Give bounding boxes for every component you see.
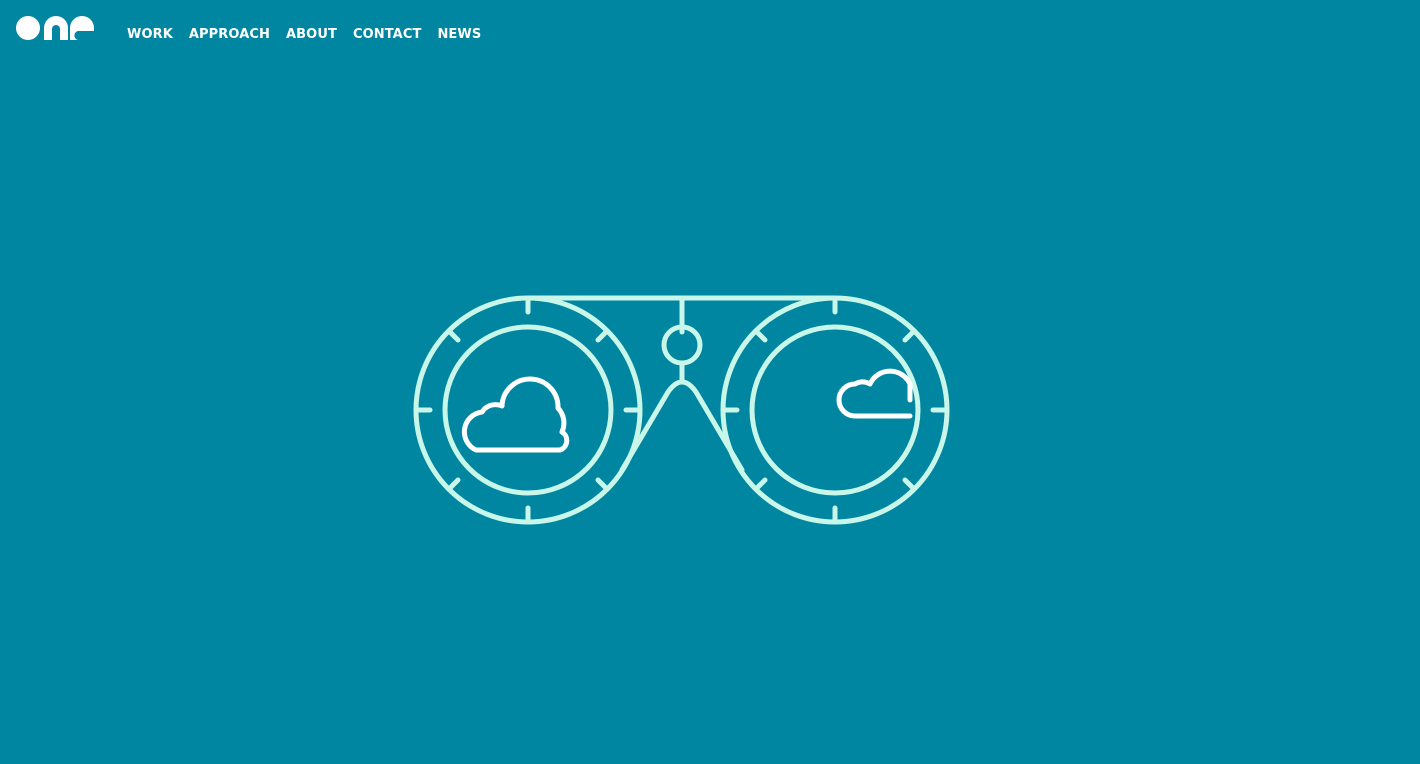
nav-contact-link[interactable]: CONTACT [353, 27, 422, 43]
site-logo[interactable] [16, 14, 96, 42]
nav-approach-link[interactable]: APPROACH [189, 27, 270, 43]
nav-news-link[interactable]: NEWS [437, 27, 481, 43]
binoculars-with-clouds-icon [413, 295, 950, 525]
hero-section [0, 70, 1420, 764]
right-cloud-icon [836, 368, 913, 419]
nav-work-link[interactable]: WORK [127, 27, 173, 43]
nav-about-link[interactable]: ABOUT [286, 27, 337, 43]
one-logo-icon [16, 16, 94, 40]
nav-list: WORK APPROACH ABOUT CONTACT NEWS [127, 27, 497, 43]
left-cloud-icon [461, 376, 570, 453]
site-header: WORK APPROACH ABOUT CONTACT NEWS [0, 0, 1420, 70]
